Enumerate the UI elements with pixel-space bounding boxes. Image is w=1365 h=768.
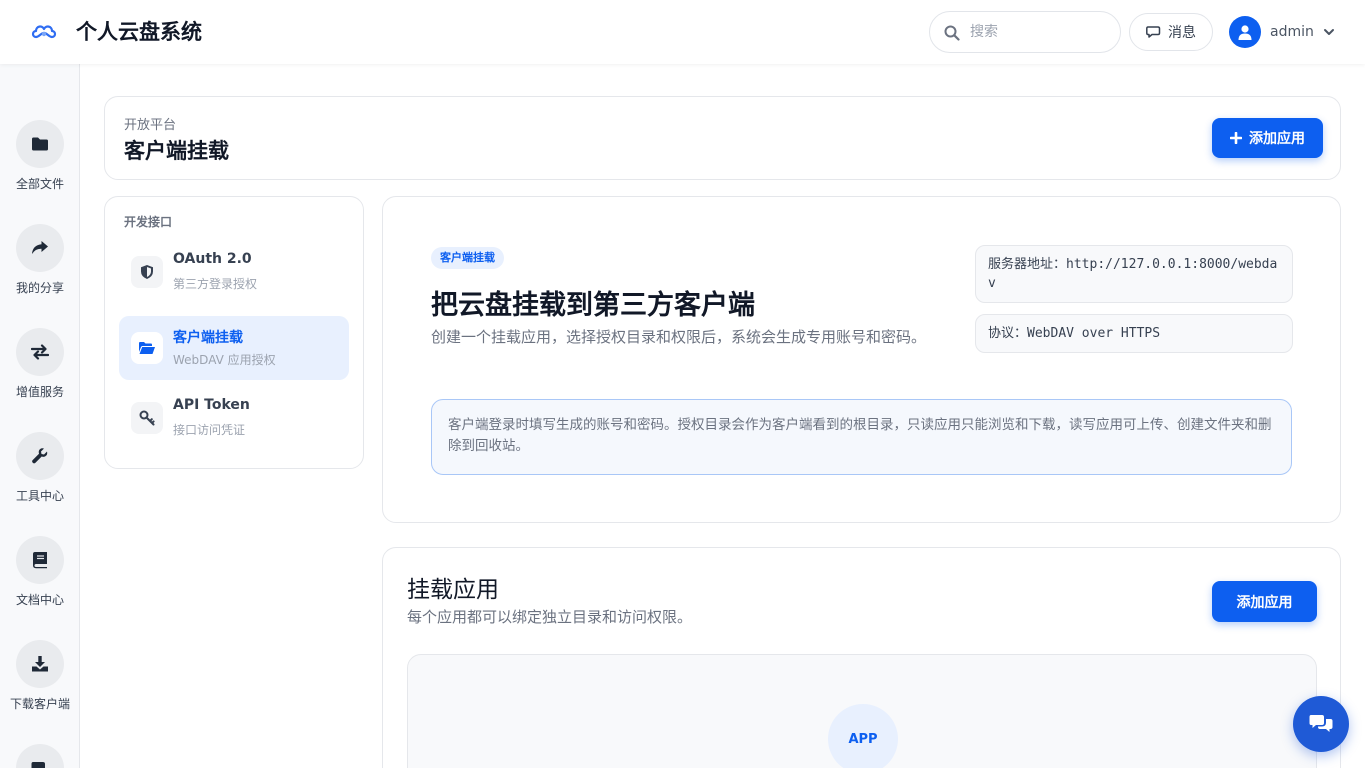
api-nav-heading: 开发接口 bbox=[124, 215, 173, 229]
protocol-label: 协议： bbox=[988, 326, 1028, 341]
nav-icon-circle bbox=[16, 328, 64, 376]
user-name: admin bbox=[1270, 24, 1314, 40]
sidebar-item-tool-center[interactable]: 工具中心 bbox=[0, 432, 80, 504]
api-icon-box bbox=[131, 402, 163, 434]
api-icon-box bbox=[131, 256, 163, 288]
intro-card: 客户端挂载 把云盘挂载到第三方客户端 创建一个挂载应用，选择授权目录和权限后，系… bbox=[382, 196, 1341, 523]
search-icon bbox=[944, 25, 960, 41]
api-nav-subtitle: WebDAV 应用授权 bbox=[173, 353, 276, 367]
sidebar-item-label: 文档中心 bbox=[15, 593, 64, 607]
api-nav-subtitle: 第三方登录授权 bbox=[173, 277, 258, 291]
breadcrumb: 开放平台 bbox=[124, 118, 177, 133]
avatar bbox=[1229, 16, 1261, 48]
sidebar-item-doc-center[interactable]: 文档中心 bbox=[0, 536, 80, 608]
api-nav-panel: 开发接口 OAuth 2.0 第三方登录授权 客户端挂载 WebDAV 应用授权 bbox=[104, 196, 364, 469]
messages-label: 消息 bbox=[1168, 25, 1196, 41]
sidebar-item-label: 下载客户端 bbox=[9, 697, 70, 711]
cloud-logo-icon bbox=[31, 25, 57, 39]
search-box[interactable] bbox=[929, 11, 1121, 53]
server-address-chip: 服务器地址：http://127.0.0.1:8000/webdav bbox=[975, 245, 1293, 303]
sidebar-item-download-client[interactable]: 下载客户端 bbox=[0, 640, 80, 712]
intro-badge: 客户端挂载 bbox=[431, 247, 504, 269]
sidebar-item-all-files[interactable]: 全部文件 bbox=[0, 120, 80, 192]
sidebar-item-my-shares[interactable]: 我的分享 bbox=[0, 224, 80, 296]
add-app-button[interactable]: 添加应用 bbox=[1212, 581, 1317, 622]
user-icon bbox=[1238, 24, 1252, 40]
wrench-icon bbox=[32, 448, 48, 464]
comments-icon bbox=[1309, 715, 1333, 732]
server-address-label: 服务器地址： bbox=[988, 257, 1067, 272]
app-title: 个人云盘系统 bbox=[76, 20, 202, 44]
sidebar-item-more[interactable] bbox=[0, 744, 80, 768]
sidebar-item-value-services[interactable]: 增值服务 bbox=[0, 328, 80, 400]
folder-open-icon bbox=[139, 342, 155, 354]
page-title: 客户端挂载 bbox=[124, 139, 229, 163]
top-bar: 个人云盘系统 消息 admin bbox=[0, 0, 1365, 64]
mount-apps-card: 挂载应用 每个应用都可以绑定独立目录和访问权限。 添加应用 APP bbox=[382, 547, 1341, 768]
key-icon bbox=[139, 410, 155, 426]
book-icon bbox=[33, 552, 47, 569]
api-nav-title: 客户端挂载 bbox=[173, 330, 243, 346]
api-nav-item-api-token[interactable]: API Token 接口访问凭证 bbox=[119, 386, 349, 450]
section-description: 每个应用都可以绑定独立目录和访问权限。 bbox=[407, 608, 693, 626]
nav-icon-circle bbox=[16, 536, 64, 584]
folder-icon bbox=[32, 137, 48, 151]
share-icon bbox=[32, 241, 48, 254]
api-icon-box bbox=[131, 332, 163, 364]
plus-icon bbox=[1230, 132, 1242, 144]
nav-icon-circle bbox=[16, 120, 64, 168]
empty-state: APP bbox=[407, 654, 1317, 768]
shield-icon bbox=[141, 265, 153, 279]
api-nav-subtitle: 接口访问凭证 bbox=[173, 423, 246, 437]
nav-icon-circle bbox=[16, 744, 64, 768]
chat-support-button[interactable] bbox=[1293, 696, 1349, 752]
protocol-value: WebDAV over HTTPS bbox=[1027, 326, 1161, 341]
download-icon bbox=[32, 656, 48, 672]
messages-button[interactable]: 消息 bbox=[1129, 13, 1213, 51]
user-menu[interactable]: admin bbox=[1229, 16, 1335, 48]
api-nav-title: OAuth 2.0 bbox=[173, 251, 252, 267]
sidebar-item-label: 全部文件 bbox=[15, 177, 64, 191]
sidebar-item-label: 工具中心 bbox=[15, 489, 64, 503]
api-nav-title: API Token bbox=[173, 397, 250, 413]
chat-icon bbox=[31, 762, 45, 768]
api-nav-item-client-mount[interactable]: 客户端挂载 WebDAV 应用授权 bbox=[119, 316, 349, 380]
sidebar: 全部文件 我的分享 增值服务 工具中心 文档中心 下载客户端 bbox=[0, 64, 80, 768]
mount-notice: 客户端登录时填写生成的账号和密码。授权目录会作为客户端看到的根目录，只读应用只能… bbox=[431, 399, 1292, 475]
chat-bubble-icon bbox=[1146, 26, 1161, 38]
section-title: 挂载应用 bbox=[407, 577, 499, 603]
sidebar-item-label: 增值服务 bbox=[15, 385, 64, 399]
chevron-down-icon bbox=[1323, 29, 1334, 35]
search-input[interactable] bbox=[970, 21, 1110, 43]
add-app-label: 添加应用 bbox=[1249, 131, 1305, 147]
intro-description: 创建一个挂载应用，选择授权目录和权限后，系统会生成专用账号和密码。 bbox=[431, 328, 927, 346]
nav-icon-circle bbox=[16, 640, 64, 688]
app-placeholder-icon: APP bbox=[828, 704, 898, 768]
sidebar-item-label: 我的分享 bbox=[15, 281, 64, 295]
exchange-icon bbox=[31, 344, 49, 360]
page-header-card: 开放平台 客户端挂载 添加应用 bbox=[104, 96, 1341, 180]
intro-title: 把云盘挂载到第三方客户端 bbox=[431, 290, 755, 321]
add-app-button-header[interactable]: 添加应用 bbox=[1212, 118, 1323, 158]
nav-icon-circle bbox=[16, 224, 64, 272]
api-nav-item-oauth[interactable]: OAuth 2.0 第三方登录授权 bbox=[119, 240, 349, 304]
nav-icon-circle bbox=[16, 432, 64, 480]
protocol-chip: 协议：WebDAV over HTTPS bbox=[975, 314, 1293, 353]
